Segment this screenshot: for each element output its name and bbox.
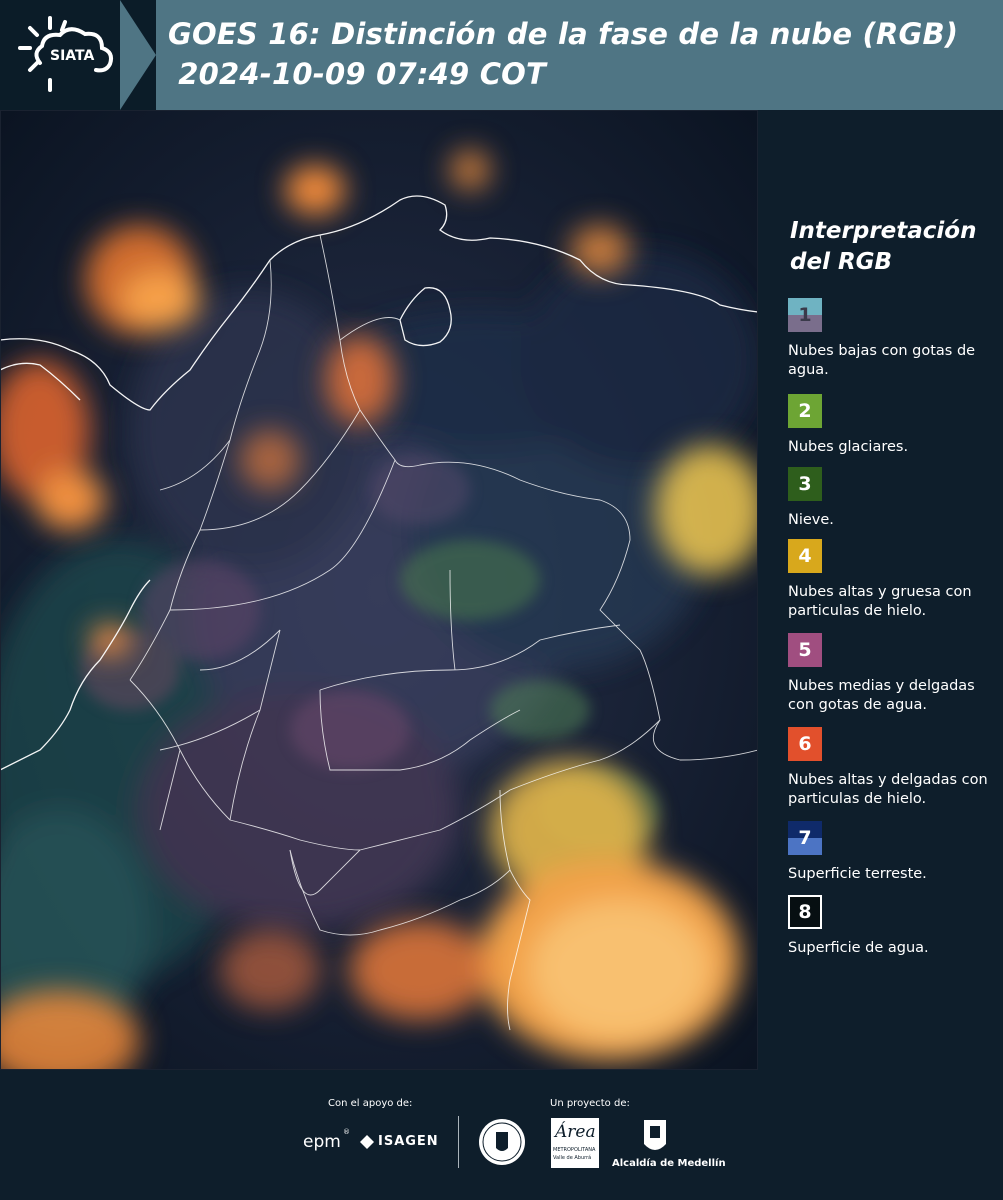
legend-swatch-5: 5	[788, 633, 822, 667]
legend-label-7: Superficie terreste.	[788, 866, 927, 882]
legend-item-3: 3 Nieve.	[788, 467, 1003, 530]
isagen-logo: ISAGEN	[378, 1134, 439, 1149]
area-logo-subtext-2: Valle de Aburrá	[553, 1155, 592, 1161]
medellin-shield-icon	[642, 1118, 668, 1156]
legend-swatch-6: 6	[788, 727, 822, 761]
header: SIATA GOES 16: Distinción de la fase de …	[0, 0, 1003, 110]
area-logo-text: Área	[555, 1122, 596, 1142]
corporate-seal-icon	[478, 1118, 526, 1166]
satellite-image	[0, 110, 758, 1070]
legend-item-7: 7 Superficie terreste.	[788, 821, 1003, 884]
legend-label-1: Nubes bajas con gotas de agua.	[788, 343, 976, 378]
legend-item-8: 8 Superficie de agua.	[788, 895, 1003, 958]
alcaldia-logo-text: Alcaldía de Medellín	[612, 1158, 726, 1169]
legend-swatch-7: 7	[788, 821, 822, 855]
area-logo-subtext: METROPOLITANA	[553, 1147, 596, 1153]
registered-mark: ®	[343, 1128, 350, 1136]
footer-divider	[458, 1116, 459, 1168]
legend-label-6: Nubes altas y delgadas con particulas de…	[788, 772, 988, 807]
legend-swatch-2: 2	[788, 394, 822, 428]
title-line-2: 2024-10-09 07:49 COT	[168, 57, 547, 91]
support-label: Con el apoyo de:	[328, 1098, 413, 1109]
legend-swatch-3: 3	[788, 467, 822, 501]
legend-swatch-4: 4	[788, 539, 822, 573]
page-title: GOES 16: Distinción de la fase de la nub…	[168, 14, 958, 94]
project-label: Un proyecto de:	[550, 1098, 630, 1109]
legend-item-2: 2 Nubes glaciares.	[788, 394, 1003, 457]
area-metropolitana-logo: Área METROPOLITANA Valle de Aburrá	[551, 1118, 599, 1168]
legend-item-1: 1 Nubes bajas con gotas de agua.	[788, 298, 1003, 380]
legend-swatch-1: 1	[788, 298, 822, 332]
legend-label-3: Nieve.	[788, 512, 834, 528]
satellite-map	[0, 110, 758, 1070]
epm-logo: epm	[303, 1132, 341, 1152]
title-line-1: GOES 16: Distinción de la fase de la nub…	[168, 17, 959, 51]
legend-label-5: Nubes medias y delgadas con gotas de agu…	[788, 678, 975, 713]
legend-panel: Interpretación del RGB 1 Nubes bajas con…	[758, 110, 1003, 1070]
legend-swatch-8: 8	[788, 895, 822, 929]
legend-item-5: 5 Nubes medias y delgadas con gotas de a…	[788, 633, 1003, 715]
footer: Con el apoyo de: Un proyecto de: epm ® I…	[0, 1070, 1003, 1200]
legend-title: Interpretación del RGB	[790, 218, 977, 275]
legend-label-8: Superficie de agua.	[788, 940, 929, 956]
legend-number-7: 7	[798, 827, 812, 849]
header-arrow-notch	[120, 0, 156, 110]
siata-logo-text: SIATA	[50, 48, 95, 64]
isagen-icon	[360, 1134, 374, 1149]
legend-label-2: Nubes glaciares.	[788, 439, 909, 455]
legend-label-4: Nubes altas y gruesa con particulas de h…	[788, 584, 972, 619]
legend-item-6: 6 Nubes altas y delgadas con particulas …	[788, 727, 1003, 809]
legend-item-4: 4 Nubes altas y gruesa con particulas de…	[788, 539, 1003, 621]
siata-logo: SIATA	[10, 8, 120, 102]
legend-number-1: 1	[798, 304, 812, 326]
